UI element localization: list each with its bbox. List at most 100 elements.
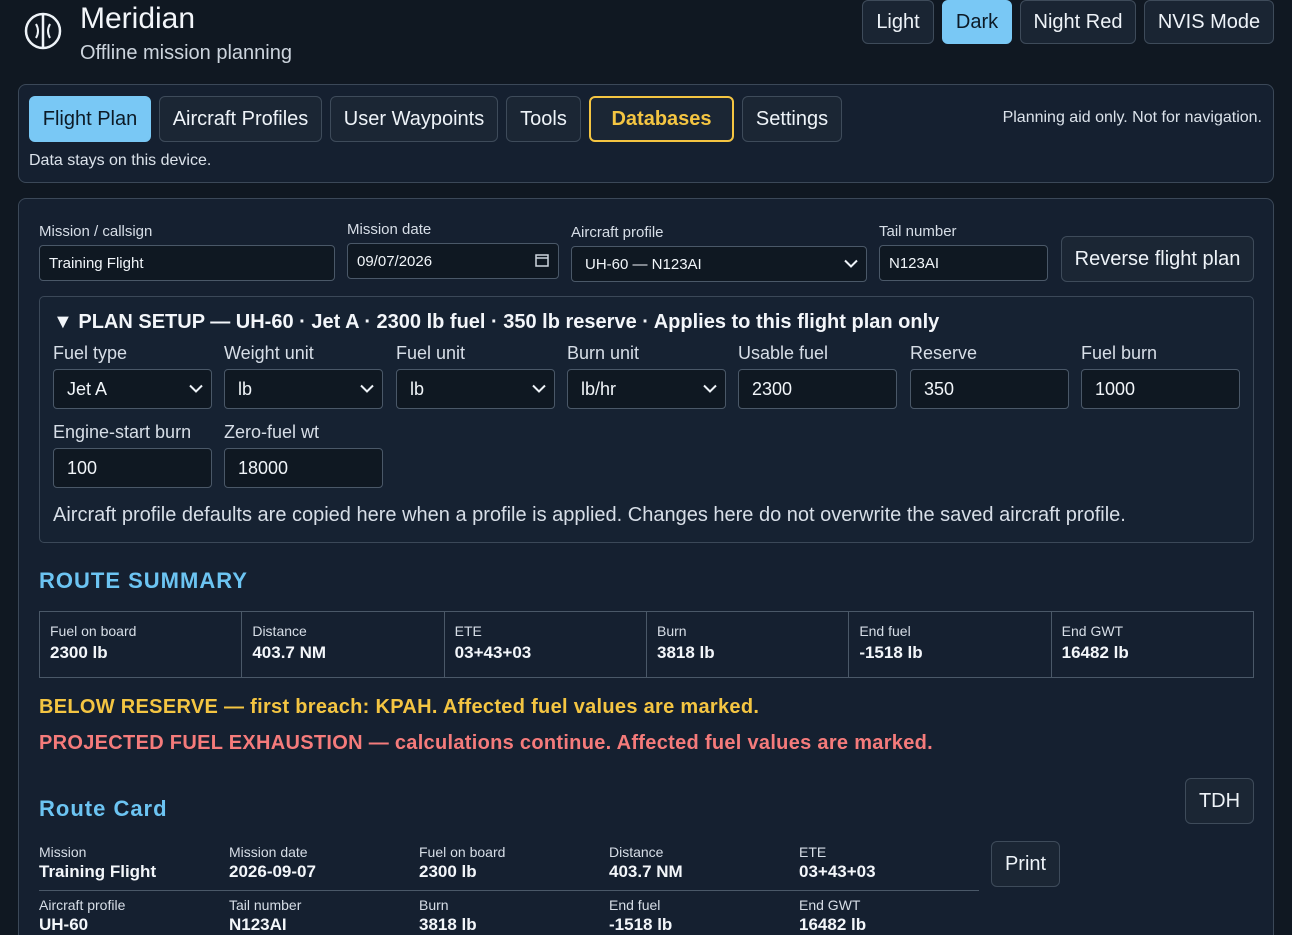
aircraft-profile-select[interactable]: UH-60 — N123AI [571,246,867,282]
route-card-label: Aircraft profile [39,897,126,913]
route-card-value: UH-60 [39,915,89,934]
tab-settings[interactable]: Settings [742,96,842,142]
summary-cell-burn: Burn 3818 lb [647,612,850,677]
route-card-value: 03+43+03 [799,862,876,881]
route-card-label: Tail number [229,897,302,913]
reserve-label: Reserve [910,343,978,363]
usable-fuel-label: Usable fuel [738,343,829,363]
plan-setup-note: Aircraft profile defaults are copied her… [53,504,1126,526]
route-card-value: 403.7 NM [609,862,683,881]
route-card-label: End GWT [799,897,861,913]
tab-flight-plan[interactable]: Flight Plan [29,96,151,142]
summary-cell-fuel-on-board: Fuel on board 2300 lb [40,612,243,677]
route-card-value: -1518 lb [609,915,673,934]
calendar-icon[interactable] [535,253,549,267]
mission-date-input[interactable]: 09/07/2026 [347,243,559,279]
tdh-button[interactable]: TDH [1185,778,1254,824]
summary-value: 2300 lb [50,643,108,662]
app-subtitle: Offline mission planning [80,42,292,64]
route-card-label: Distance [609,844,664,860]
summary-value: 16482 lb [1061,643,1129,662]
mission-date-value: 09/07/2026 [357,252,433,270]
route-card-divider [39,890,979,891]
reverse-flight-plan-button[interactable]: Reverse flight plan [1061,236,1254,282]
tail-number-label: Tail number [879,223,957,240]
main-nav: Flight Plan Aircraft Profiles User Waypo… [18,84,1274,183]
burn-unit-select[interactable]: lb/hr [567,369,726,409]
theme-night-red-button[interactable]: Night Red [1020,0,1136,44]
tail-number-input[interactable]: N123AI [879,245,1048,281]
engine-start-burn-label: Engine-start burn [53,422,192,442]
summary-label: End fuel [859,623,911,639]
summary-cell-end-fuel: End fuel -1518 lb [849,612,1052,677]
summary-label: ETE [454,623,482,639]
route-card-value: N123AI [229,915,287,934]
summary-label: End GWT [1061,623,1124,639]
weight-unit-label: Weight unit [224,343,314,363]
app-header: Meridian Offline mission planning Light … [0,0,1292,80]
route-card-value: 2026-09-07 [229,862,316,881]
fuel-burn-label: Fuel burn [1081,343,1158,363]
summary-cell-end-gwt: End GWT 16482 lb [1052,612,1253,677]
aircraft-profile-value: UH-60 — N123AI [585,255,702,273]
tab-aircraft-profiles[interactable]: Aircraft Profiles [159,96,322,142]
print-button[interactable]: Print [991,841,1060,887]
summary-value: 3818 lb [656,643,715,662]
summary-value: -1518 lb [859,643,923,662]
zero-fuel-weight-input[interactable]: 18000 [224,448,383,488]
weight-unit-select[interactable]: lb [224,369,383,409]
route-card-label: Mission [39,844,87,860]
route-card-value: 16482 lb [799,915,867,934]
plan-setup-toggle[interactable]: ▼ PLAN SETUP — UH-60 · Jet A · 2300 lb f… [53,311,939,334]
mission-date-label: Mission date [347,221,432,238]
compass-logo-icon [24,12,62,50]
summary-label: Distance [252,623,307,639]
chevron-down-icon [360,384,374,393]
theme-light-button[interactable]: Light [862,0,934,44]
tab-tools[interactable]: Tools [506,96,581,142]
route-card-label: ETE [799,844,827,860]
summary-label: Burn [656,623,687,639]
fuel-burn-input[interactable]: 1000 [1081,369,1240,409]
plan-setup-section: ▼ PLAN SETUP — UH-60 · Jet A · 2300 lb f… [39,296,1254,543]
chevron-down-icon [189,384,203,393]
tab-user-waypoints[interactable]: User Waypoints [330,96,498,142]
chevron-down-icon [703,384,717,393]
route-card-label: Burn [419,897,449,913]
data-storage-note: Data stays on this device. [29,152,212,169]
fuel-type-label: Fuel type [53,343,128,363]
summary-cell-ete: ETE 03+43+03 [445,612,647,677]
chevron-down-icon [532,384,546,393]
fuel-unit-select[interactable]: lb [396,369,555,409]
summary-cell-distance: Distance 403.7 NM [242,612,445,677]
app-title: Meridian [80,2,196,35]
usable-fuel-input[interactable]: 2300 [738,369,897,409]
route-summary-table: Fuel on board 2300 lb Distance 403.7 NM … [39,611,1254,678]
tab-databases[interactable]: Databases [589,96,734,142]
route-summary-title: ROUTE SUMMARY [39,568,248,593]
engine-start-burn-input[interactable]: 100 [53,448,212,488]
chevron-down-icon [844,259,858,268]
weight-unit-value: lb [238,378,253,399]
fuel-unit-label: Fuel unit [396,343,466,363]
reserve-input[interactable]: 350 [910,369,1069,409]
below-reserve-alert: BELOW RESERVE — first breach: KPAH. Affe… [39,696,760,718]
route-card-label: Mission date [229,844,308,860]
summary-value: 403.7 NM [252,643,327,662]
route-card-label: Fuel on board [419,844,506,860]
flight-plan-panel: Mission / callsign Training Flight Missi… [18,198,1274,935]
navigation-disclaimer: Planning aid only. Not for navigation. [1002,109,1262,126]
route-card-value: 2300 lb [419,862,477,881]
route-card-label: End fuel [609,897,661,913]
route-card-value: Training Flight [39,862,157,881]
callsign-label: Mission / callsign [39,223,153,240]
theme-dark-button[interactable]: Dark [942,0,1012,44]
summary-label: Fuel on board [50,623,137,639]
fuel-unit-value: lb [410,378,425,399]
burn-unit-label: Burn unit [567,343,640,363]
fuel-type-select[interactable]: Jet A [53,369,212,409]
aircraft-profile-label: Aircraft profile [571,224,664,241]
theme-nvis-mode-button[interactable]: NVIS Mode [1144,0,1274,44]
callsign-input[interactable]: Training Flight [39,245,335,281]
fuel-exhaustion-alert: PROJECTED FUEL EXHAUSTION — calculations… [39,732,934,754]
